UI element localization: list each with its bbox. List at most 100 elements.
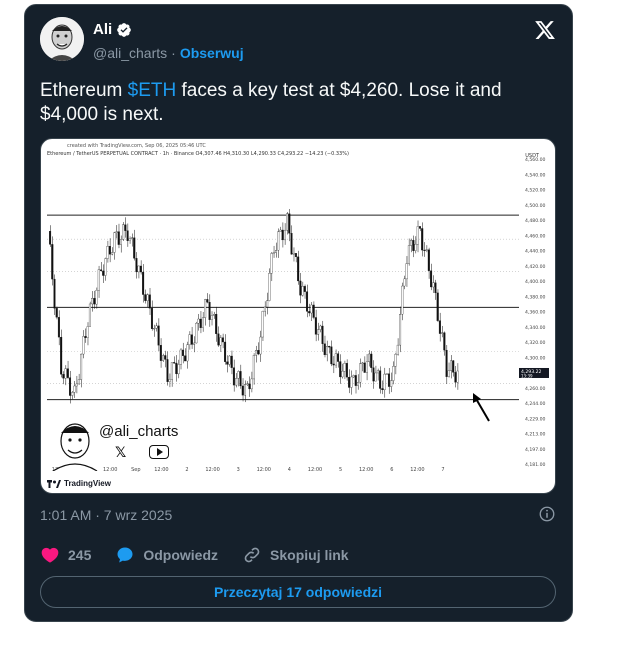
candle-body bbox=[376, 370, 379, 374]
price-tick-label: 4,229.00 bbox=[525, 416, 546, 422]
author-name[interactable]: Ali bbox=[93, 21, 112, 38]
reply-bubble-icon bbox=[117, 547, 133, 563]
candle-body bbox=[374, 372, 377, 382]
candle-body bbox=[243, 384, 247, 396]
candle-body bbox=[294, 253, 297, 258]
reply-button[interactable]: Odpowiedz bbox=[115, 545, 218, 565]
candle-body bbox=[286, 213, 289, 231]
candle-body bbox=[370, 353, 373, 368]
candle-body bbox=[445, 349, 448, 377]
candle-body bbox=[88, 303, 91, 327]
copy-link-button[interactable]: Skopiuj link bbox=[242, 545, 349, 565]
candle-body bbox=[334, 353, 337, 366]
tweet-card: Ali @ali_charts · Obserwuj Ethereum $ETH… bbox=[24, 4, 573, 622]
candle-body bbox=[60, 336, 63, 375]
separator: · bbox=[171, 45, 176, 61]
candle-body bbox=[71, 392, 74, 396]
avatar[interactable] bbox=[40, 17, 84, 61]
candle-body bbox=[97, 269, 100, 291]
candle-body bbox=[77, 379, 80, 385]
candle-body bbox=[356, 382, 359, 386]
candle-body bbox=[53, 278, 56, 309]
candle-body bbox=[139, 265, 142, 273]
candle-body bbox=[49, 231, 52, 245]
candle-body bbox=[64, 368, 67, 379]
candle-body bbox=[126, 230, 129, 241]
candle-body bbox=[363, 362, 366, 373]
candle-body bbox=[150, 308, 153, 329]
candle-body bbox=[443, 332, 446, 351]
candle-body bbox=[257, 350, 260, 355]
price-tick-label: 4,440.00 bbox=[525, 249, 546, 255]
candle-body bbox=[113, 232, 116, 253]
x-logo-icon[interactable] bbox=[534, 19, 556, 41]
price-chart: 4,560.00 4,540.00 4,520.00 4,500.00 4,480.00… bbox=[47, 157, 549, 473]
candle-body bbox=[317, 329, 320, 335]
candle-body bbox=[394, 354, 397, 367]
candle-body bbox=[449, 360, 453, 371]
read-replies-button[interactable]: Przeczytaj 17 odpowiedzi bbox=[40, 576, 556, 608]
candle-body bbox=[193, 342, 196, 345]
price-tick-label: 4,420.00 bbox=[525, 264, 546, 270]
candle-body bbox=[124, 224, 127, 231]
cashtag-link[interactable]: $ETH bbox=[128, 80, 177, 101]
candle-body bbox=[314, 317, 317, 335]
tweet-timestamp[interactable]: 1:01 AM · 7 wrz 2025 bbox=[40, 507, 172, 523]
chart-image[interactable]: created with TradingView.com, Sep 06, 20… bbox=[40, 138, 556, 494]
candle-body bbox=[248, 383, 251, 390]
time-tick-label: 4 bbox=[288, 467, 291, 473]
watermark-face-icon bbox=[52, 423, 98, 471]
candle-body bbox=[268, 273, 271, 301]
candle-body bbox=[441, 332, 444, 334]
candle-body bbox=[266, 300, 269, 308]
price-tick-label: 4,360.00 bbox=[525, 310, 546, 316]
candle-body bbox=[119, 239, 122, 245]
info-icon[interactable] bbox=[538, 505, 556, 523]
tradingview-logo-icon bbox=[47, 479, 61, 488]
candle-body bbox=[365, 361, 368, 373]
time-tick-label: 12:00 bbox=[103, 467, 117, 473]
price-tick-label: 4,380.00 bbox=[525, 294, 546, 300]
follow-button[interactable]: Obserwuj bbox=[180, 45, 244, 61]
candle-body bbox=[177, 364, 180, 375]
candle-body bbox=[239, 371, 242, 387]
candle-body bbox=[246, 383, 249, 385]
candle-body bbox=[153, 328, 156, 330]
candle-body bbox=[55, 308, 58, 318]
candle-body bbox=[144, 294, 147, 301]
candle-body bbox=[111, 252, 114, 255]
candle-body bbox=[359, 363, 362, 383]
time-tick-label: 7 bbox=[441, 467, 444, 473]
candle-body bbox=[91, 298, 94, 305]
candle-body bbox=[57, 317, 60, 338]
candle-body bbox=[288, 213, 291, 234]
candle-body bbox=[350, 376, 353, 388]
candle-body bbox=[175, 362, 178, 375]
candle-body bbox=[228, 355, 231, 365]
candle-body bbox=[104, 258, 107, 276]
candle-body bbox=[354, 375, 357, 386]
time-tick-label: 12:00 bbox=[308, 467, 322, 473]
time-tick-label: 6 bbox=[390, 467, 393, 473]
candle-body bbox=[416, 226, 419, 245]
candle-body bbox=[159, 345, 162, 361]
like-button[interactable]: 245 bbox=[40, 545, 91, 565]
candle-body bbox=[383, 373, 386, 391]
time-tick-label: 12:00 bbox=[257, 467, 271, 473]
candle-body bbox=[319, 325, 322, 330]
candle-body bbox=[224, 341, 227, 362]
candle-body bbox=[117, 231, 120, 245]
author-handle[interactable]: @ali_charts bbox=[93, 45, 167, 61]
reply-label: Odpowiedz bbox=[143, 547, 219, 563]
candle-body bbox=[115, 231, 118, 233]
watermark-youtube-icon bbox=[149, 445, 169, 459]
candle-body bbox=[281, 229, 284, 241]
candle-body bbox=[241, 385, 244, 396]
candle-body bbox=[66, 368, 69, 378]
tweet-text-before: Ethereum bbox=[40, 80, 128, 101]
candle-body bbox=[215, 313, 218, 334]
candle-body bbox=[133, 237, 136, 259]
candle-body bbox=[303, 286, 306, 292]
link-icon bbox=[244, 547, 260, 563]
candle-body bbox=[292, 253, 295, 255]
